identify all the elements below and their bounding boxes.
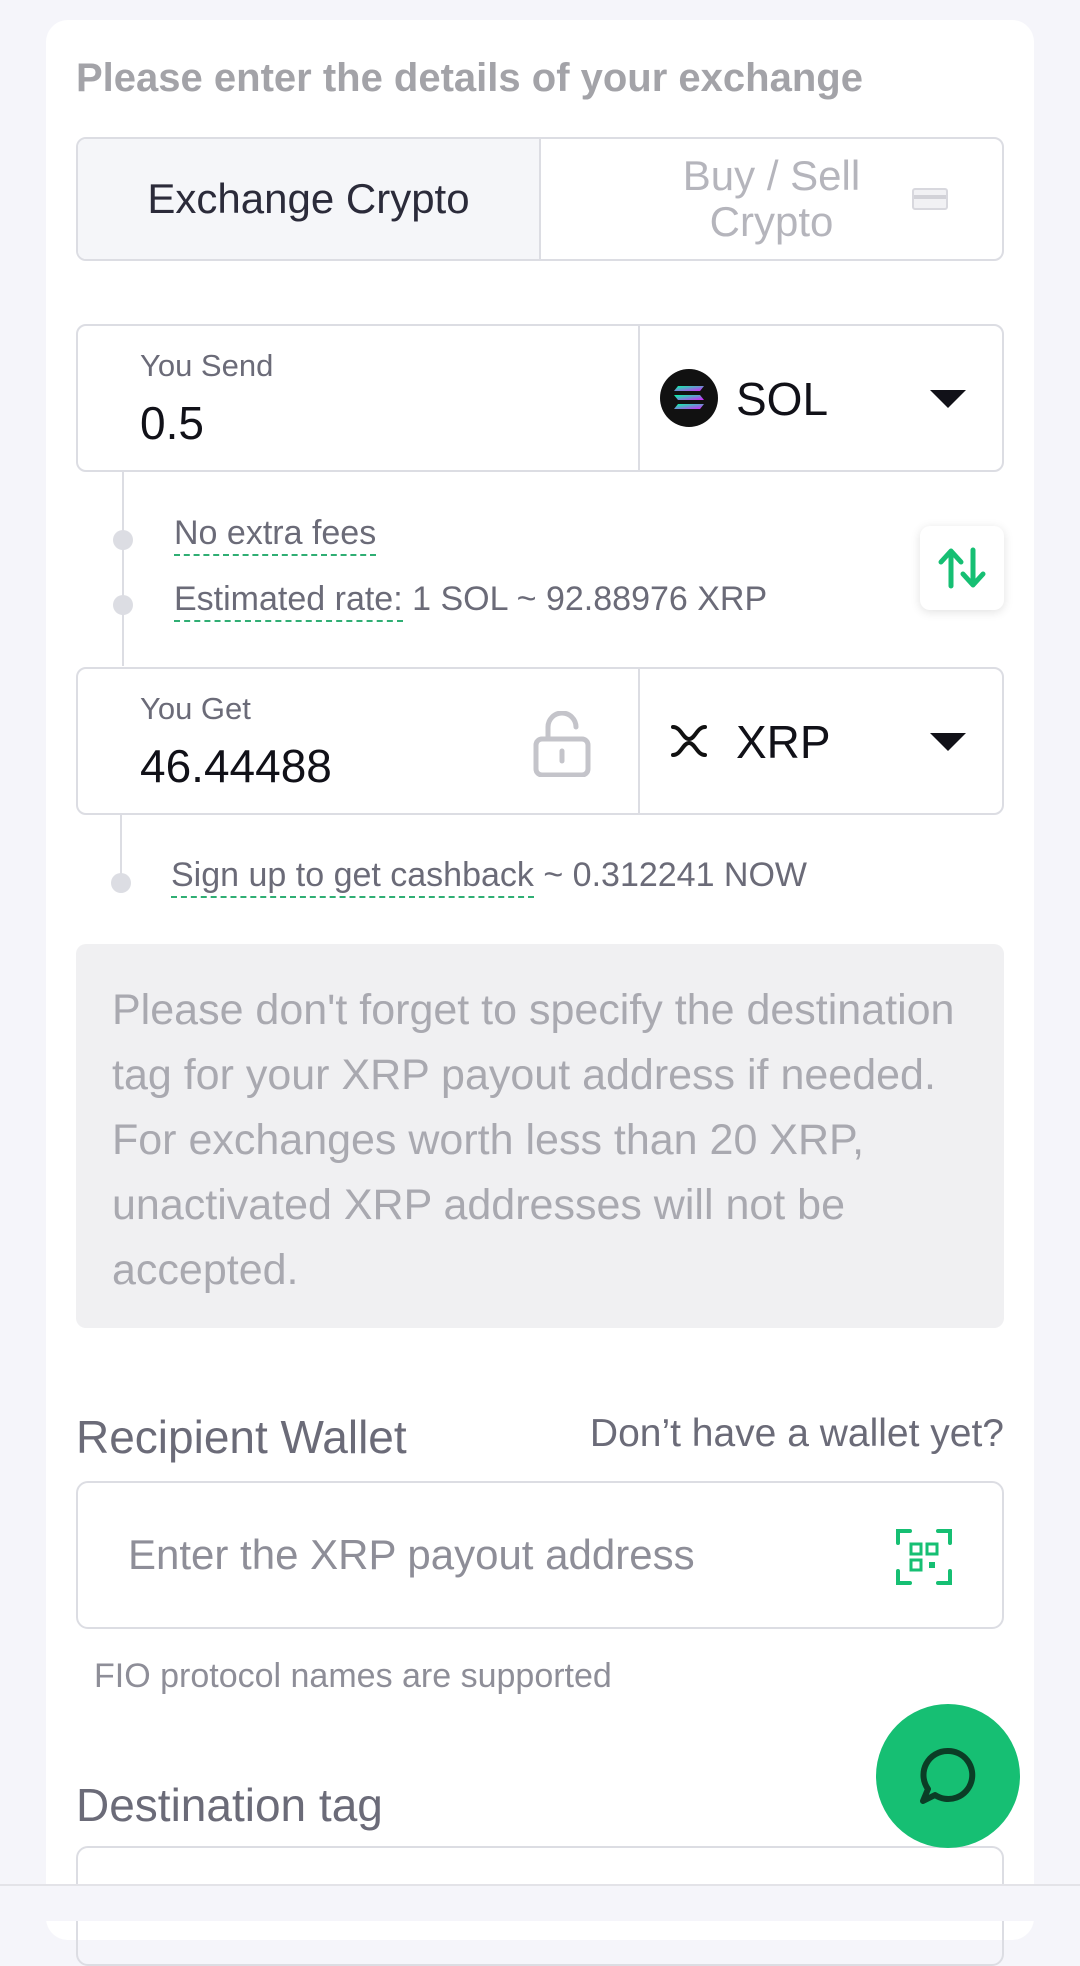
fio-hint: FIO protocol names are supported	[94, 1657, 612, 1695]
get-label: You Get	[140, 691, 251, 726]
swap-arrows-icon	[938, 547, 986, 589]
swap-currencies-button[interactable]	[920, 526, 1004, 610]
destination-tag-title: Destination tag	[76, 1779, 383, 1831]
send-currency-select[interactable]: SOL	[640, 326, 1002, 470]
unlock-icon[interactable]	[532, 711, 592, 777]
recipient-wallet-title: Recipient Wallet	[76, 1411, 407, 1463]
timeline-line	[122, 472, 124, 666]
chevron-down-icon	[930, 733, 966, 751]
tab-buy-sell-crypto-label: Buy / Sell Crypto	[682, 152, 861, 245]
timeline-dot	[113, 595, 133, 615]
mode-switch: Exchange Crypto Buy / Sell Crypto	[76, 137, 1004, 261]
tab-exchange-crypto-label: Exchange Crypto	[147, 175, 470, 222]
get-amount-field[interactable]: You Get 46.44488	[78, 669, 640, 813]
chat-button[interactable]	[876, 1704, 1020, 1848]
destination-tag-notice: Please don't forget to specify the desti…	[76, 944, 1004, 1328]
get-amount-row: You Get 46.44488 XRP	[76, 667, 1004, 815]
send-amount-field[interactable]: You Send 0.5	[78, 326, 640, 470]
payout-address-input[interactable]: Enter the XRP payout address	[76, 1481, 1004, 1629]
no-extra-fees-info[interactable]: No extra fees	[174, 514, 377, 556]
cashback-info: Sign up to get cashback ~ 0.312241 NOW	[171, 856, 808, 898]
chat-bubble-icon	[920, 1747, 976, 1804]
credit-card-icon	[912, 188, 948, 210]
solana-icon	[660, 369, 718, 427]
payout-address-placeholder: Enter the XRP payout address	[128, 1531, 695, 1578]
timeline-dot	[111, 873, 131, 893]
send-currency-code: SOL	[736, 373, 829, 425]
tab-buy-sell-crypto[interactable]: Buy / Sell Crypto	[541, 139, 1002, 259]
cashback-signup-link[interactable]: Sign up to get cashback	[171, 856, 534, 898]
estimated-rate-value: 1 SOL ~ 92.88976 XRP	[412, 580, 768, 618]
estimated-rate-link[interactable]: Estimated rate:	[174, 580, 403, 622]
form-heading: Please enter the details of your exchang…	[76, 56, 863, 100]
send-amount-row: You Send 0.5 SOL	[76, 324, 1004, 472]
xrp-icon	[660, 712, 718, 770]
send-label: You Send	[140, 348, 274, 383]
send-amount-input[interactable]: 0.5	[140, 396, 204, 450]
timeline-dot	[113, 530, 133, 550]
qr-scan-icon[interactable]	[894, 1527, 954, 1587]
estimated-rate-info: Estimated rate: 1 SOL ~ 92.88976 XRP	[174, 580, 768, 622]
cashback-value: ~ 0.312241 NOW	[543, 856, 808, 894]
get-amount-input[interactable]: 46.44488	[140, 739, 332, 793]
no-extra-fees-link[interactable]: No extra fees	[174, 514, 377, 556]
get-currency-select[interactable]: XRP	[640, 669, 1002, 813]
tab-exchange-crypto[interactable]: Exchange Crypto	[78, 139, 541, 259]
no-wallet-link[interactable]: Don’t have a wallet yet?	[590, 1412, 1004, 1456]
bottom-bar	[0, 1884, 1080, 1921]
get-currency-code: XRP	[736, 716, 831, 768]
chevron-down-icon	[930, 390, 966, 408]
